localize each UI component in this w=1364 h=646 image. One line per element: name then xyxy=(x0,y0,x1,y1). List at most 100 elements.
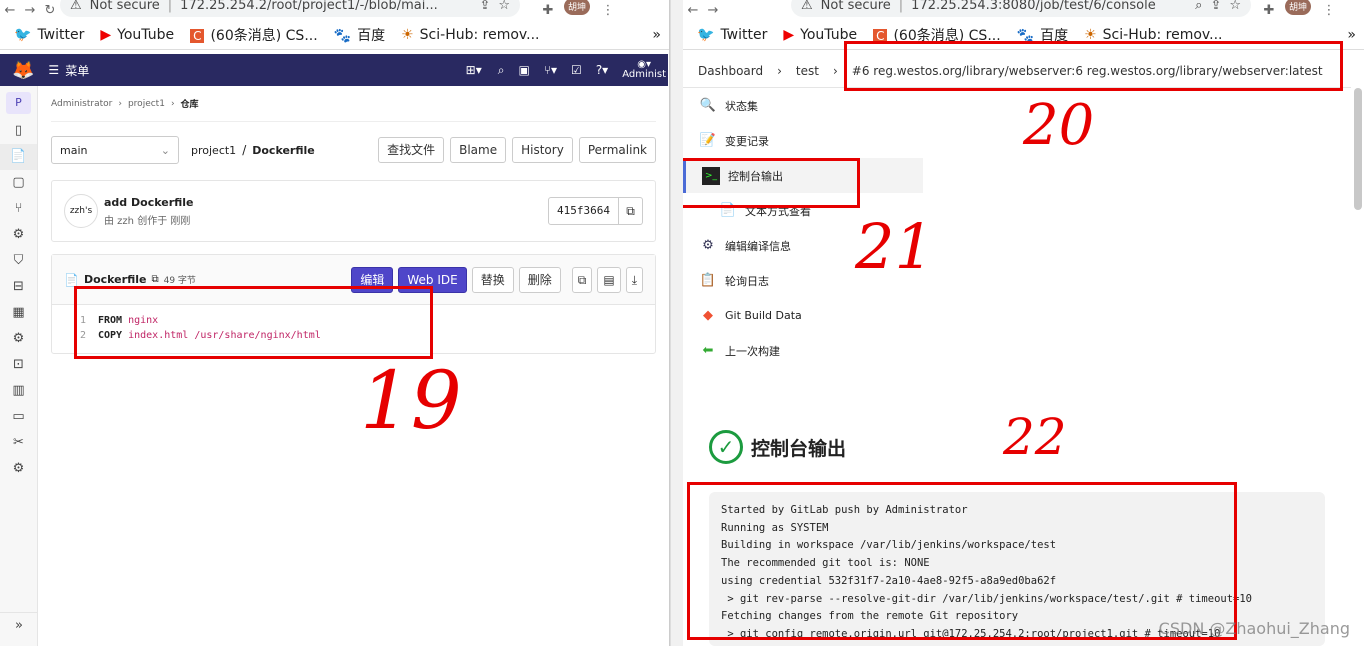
left-bookmarks-bar: 🐦 Twitter ▶ YouTube C (60条消息) CS... 🐾 百度 ☀ Sc… xyxy=(0,20,669,50)
forward-icon[interactable]: → xyxy=(20,3,40,18)
menu-previous-build[interactable]: ⬅ 上一次构建 xyxy=(683,333,923,368)
breadcrumb-admin[interactable]: Administrator xyxy=(51,99,112,109)
breadcrumb-dashboard[interactable]: Dashboard xyxy=(698,64,763,78)
bookmark-twitter[interactable]: 🐦 Twitter xyxy=(14,27,84,43)
menu-changes[interactable]: 📝 变更记录 xyxy=(683,123,923,158)
breadcrumb-repo[interactable]: 仓库 xyxy=(181,97,199,110)
open-raw-icon[interactable]: ▤ xyxy=(597,266,621,293)
bookmark-csdn[interactable]: C (60条消息) CS... xyxy=(190,25,318,45)
bookmark-youtube[interactable]: ▶ YouTube xyxy=(100,27,174,43)
project-overview-icon[interactable]: ▯ xyxy=(0,118,37,144)
notepad-icon: 📝 xyxy=(699,133,717,148)
right-url-bar[interactable]: ⚠ Not secure | 172.25.254.3:8080/job/tes… xyxy=(791,0,1251,17)
last-commit-card: zzh's add Dockerfile 由 zzh 创作于 刚刚 415f36… xyxy=(51,180,656,242)
snippets-icon[interactable]: ✂ xyxy=(0,430,37,456)
find-file-button[interactable]: 查找文件 xyxy=(378,137,445,163)
hamburger-icon[interactable]: ☰ xyxy=(48,63,59,77)
settings-icon[interactable]: ⚙ xyxy=(0,456,37,482)
watermark: CSDN @Zhaohui_Zhang xyxy=(1158,619,1350,638)
create-new-icon[interactable]: ⊞▾ xyxy=(466,63,482,77)
extensions-icon[interactable]: ✚ xyxy=(1259,3,1279,18)
file-name: Dockerfile xyxy=(83,273,147,286)
star-icon[interactable]: ☆ xyxy=(1229,0,1241,13)
gitlab-logo-icon[interactable]: 🦊 xyxy=(12,60,34,81)
copy-sha-icon[interactable]: ⧉ xyxy=(619,197,643,225)
scihub-icon: ☀ xyxy=(401,26,414,43)
scrollbar-divider[interactable] xyxy=(670,0,683,646)
path-project[interactable]: project1 xyxy=(191,144,236,157)
breadcrumb-job[interactable]: test xyxy=(796,64,819,78)
commit-meta: 由 zzh 创作于 刚刚 xyxy=(104,215,191,227)
right-browser-window: ← → ⚠ Not secure | 172.25.254.3:8080/job… xyxy=(683,0,1364,646)
handwritten-22: 22 xyxy=(1003,408,1067,466)
profile-avatar[interactable]: 胡坤 xyxy=(564,0,591,15)
back-icon[interactable]: ← xyxy=(683,3,703,18)
repository-icon[interactable]: 📄 xyxy=(0,144,37,170)
breadcrumb-project[interactable]: project1 xyxy=(128,99,165,109)
menu-status[interactable]: 🔍 状态集 xyxy=(683,88,923,123)
more-bookmarks-icon[interactable]: » xyxy=(1347,27,1356,43)
security-label: Not secure xyxy=(820,0,891,13)
warning-icon: ⚠ xyxy=(801,0,813,13)
annotation-box-20 xyxy=(844,41,1343,91)
project-avatar[interactable]: P xyxy=(6,92,31,114)
more-bookmarks-icon[interactable]: » xyxy=(652,27,661,43)
share-icon[interactable]: ⇪ xyxy=(1210,0,1221,13)
cicd-icon[interactable]: ⚙ xyxy=(0,222,37,248)
forward-icon[interactable]: → xyxy=(703,3,723,18)
kebab-menu-icon[interactable]: ⋮ xyxy=(598,3,618,18)
collapse-sidebar-icon[interactable]: » xyxy=(0,612,38,638)
left-url-bar[interactable]: ⚠ Not secure | 172.25.254.2/root/project… xyxy=(60,0,520,17)
share-icon[interactable]: ⇪ xyxy=(479,0,490,13)
annotation-box-19 xyxy=(74,286,433,359)
chevron-down-icon: ⌄ xyxy=(160,143,170,157)
twitter-icon: 🐦 xyxy=(697,26,715,43)
help-icon[interactable]: ?▾ xyxy=(596,63,608,77)
todo-icon[interactable]: ☑ xyxy=(571,63,582,77)
extensions-icon[interactable]: ✚ xyxy=(538,3,558,18)
security-icon[interactable]: ⛉ xyxy=(0,248,37,274)
back-icon[interactable]: ← xyxy=(0,3,20,18)
merge-requests-icon[interactable]: ⑂▾ xyxy=(544,63,557,77)
issues-sidebar-icon[interactable]: ▢ xyxy=(0,170,37,196)
author-avatar[interactable]: zzh's xyxy=(64,194,98,228)
delete-button[interactable]: 删除 xyxy=(518,266,561,293)
handwritten-20: 20 xyxy=(1023,93,1095,158)
blame-button[interactable]: Blame xyxy=(450,137,507,163)
profile-avatar[interactable]: 胡坤 xyxy=(1285,0,1312,15)
twitter-icon: 🐦 xyxy=(14,26,32,43)
left-browser-window: ← → ↻ ⚠ Not secure | 172.25.254.2/root/p… xyxy=(0,0,670,646)
page-scrollbar[interactable] xyxy=(1354,88,1362,210)
analytics-icon[interactable]: ▥ xyxy=(0,378,37,404)
copy-path-icon[interactable]: ⧉ xyxy=(151,274,158,285)
bookmark-baidu[interactable]: 🐾 百度 xyxy=(334,25,385,45)
issues-icon[interactable]: ▣ xyxy=(518,63,529,77)
deployments-icon[interactable]: ⊟ xyxy=(0,274,37,300)
commit-message[interactable]: add Dockerfile xyxy=(104,196,194,209)
monitor-icon[interactable]: ▦ xyxy=(0,300,37,326)
user-menu[interactable]: ◉▾ Administ xyxy=(622,60,666,80)
commit-sha[interactable]: 415f3664 xyxy=(548,197,619,225)
bookmark-twitter[interactable]: 🐦 Twitter xyxy=(697,27,767,43)
warning-icon: ⚠ xyxy=(70,0,82,13)
bookmark-scihub[interactable]: ☀ Sci-Hub: remov... xyxy=(401,27,539,43)
search-icon[interactable]: ⌕ xyxy=(498,63,505,78)
search-icon[interactable]: ⌕ xyxy=(1195,0,1202,13)
menu-label[interactable]: 菜单 xyxy=(65,62,89,79)
packages-icon[interactable]: ⊡ xyxy=(0,352,37,378)
star-icon[interactable]: ☆ xyxy=(498,0,510,13)
reload-icon[interactable]: ↻ xyxy=(40,3,60,18)
merge-requests-sidebar-icon[interactable]: ⑂ xyxy=(0,196,37,222)
infrastructure-icon[interactable]: ⚙ xyxy=(0,326,37,352)
youtube-icon: ▶ xyxy=(100,26,112,43)
replace-button[interactable]: 替换 xyxy=(471,266,514,293)
branch-selector[interactable]: main ⌄ xyxy=(51,136,179,164)
menu-git-build-data[interactable]: ◆ Git Build Data xyxy=(683,298,923,333)
copy-contents-icon[interactable]: ⧉ xyxy=(571,266,593,293)
download-icon[interactable]: ⤓ xyxy=(625,266,643,293)
kebab-menu-icon[interactable]: ⋮ xyxy=(1319,3,1339,18)
history-button[interactable]: History xyxy=(512,137,573,163)
gitlab-sidebar: P ▯ 📄 ▢ ⑂ ⚙ ⛉ ⊟ ▦ ⚙ ⊡ ▥ ▭ ✂ ⚙ » xyxy=(0,86,38,646)
permalink-button[interactable]: Permalink xyxy=(578,137,656,163)
wiki-icon[interactable]: ▭ xyxy=(0,404,37,430)
